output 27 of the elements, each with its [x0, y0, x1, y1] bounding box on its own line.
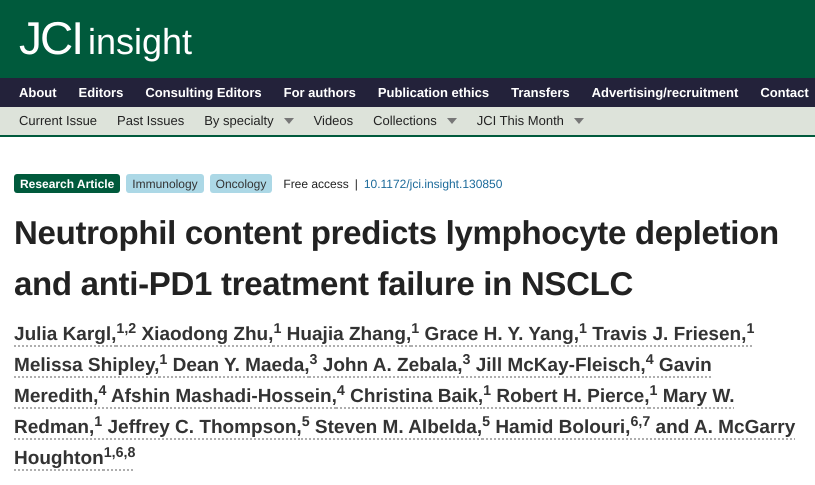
caret-icon[interactable]	[574, 118, 584, 124]
logo-primary[interactable]: JCI	[19, 16, 82, 60]
sub-nav-link[interactable]: Past Issues	[117, 111, 184, 131]
nav-link[interactable]: About	[19, 82, 57, 102]
separator: |	[354, 176, 358, 192]
category-tag[interactable]: Immunology	[126, 174, 204, 193]
nav-link[interactable]: Advertising/recruitment	[592, 82, 738, 102]
nav-link[interactable]: Publication ethics	[378, 82, 490, 102]
caret-icon[interactable]	[284, 118, 294, 124]
sub-nav-link[interactable]: Collections	[373, 111, 457, 131]
category-tag[interactable]: Oncology	[210, 174, 272, 193]
category-tag[interactable]: Research Article	[14, 174, 120, 193]
author-list: Julia Kargl,$^{1,2}$ Xiaodong Zhu,$^{1}$ Huajia Zhang,$^{1}$ Grace H. Y. Yang,$^{1}$ Travis J. Friesen,$^{1}$ Melissa Shipley,$^{1}$ Dean Y. Maeda,$^{3}$ John A. Zebala,$^{3}$ Jill McKay-Fleisch,$^{4}$ Gavin Meredith,$^{4}$ Afshin Mashadi-Hossein,$^{4}$ Christina Baik,$^{1}$ Robert H. Pierce,$^{1}$ Mary W. Redman,$^{1}$ Jeffrey C. Thompson,$^{5}$ Steven M. Albelda,$^{5}$ Hamid Bolouri,$^{6,7}$ and A. McGarry Houghton$^{1,6,8}$	[14, 319, 804, 474]
logo-secondary[interactable]: insight	[88, 24, 192, 60]
access-label: Free access	[283, 176, 349, 192]
nav-link[interactable]: For authors	[284, 82, 356, 102]
sub-nav-link[interactable]: Videos	[314, 111, 354, 131]
caret-icon[interactable]	[446, 118, 457, 124]
sub-nav-link[interactable]: Current Issue	[19, 111, 98, 131]
nav-link[interactable]: Transfers	[511, 82, 570, 102]
nav-link[interactable]: Contact	[760, 82, 809, 102]
doi-link[interactable]: 10.1172/jci.insight.130850	[364, 174, 502, 192]
article-title: Neutrophil content predicts lymphocyte depletion and anti-PD1 treatment failure in NSCLC	[14, 213, 780, 304]
nav-link[interactable]: Consulting Editors	[145, 82, 262, 102]
nav-link[interactable]: Editors	[78, 82, 124, 102]
sub-nav-link[interactable]: By specialty	[204, 111, 294, 131]
sub-nav-link[interactable]: JCI This Month	[476, 111, 584, 131]
